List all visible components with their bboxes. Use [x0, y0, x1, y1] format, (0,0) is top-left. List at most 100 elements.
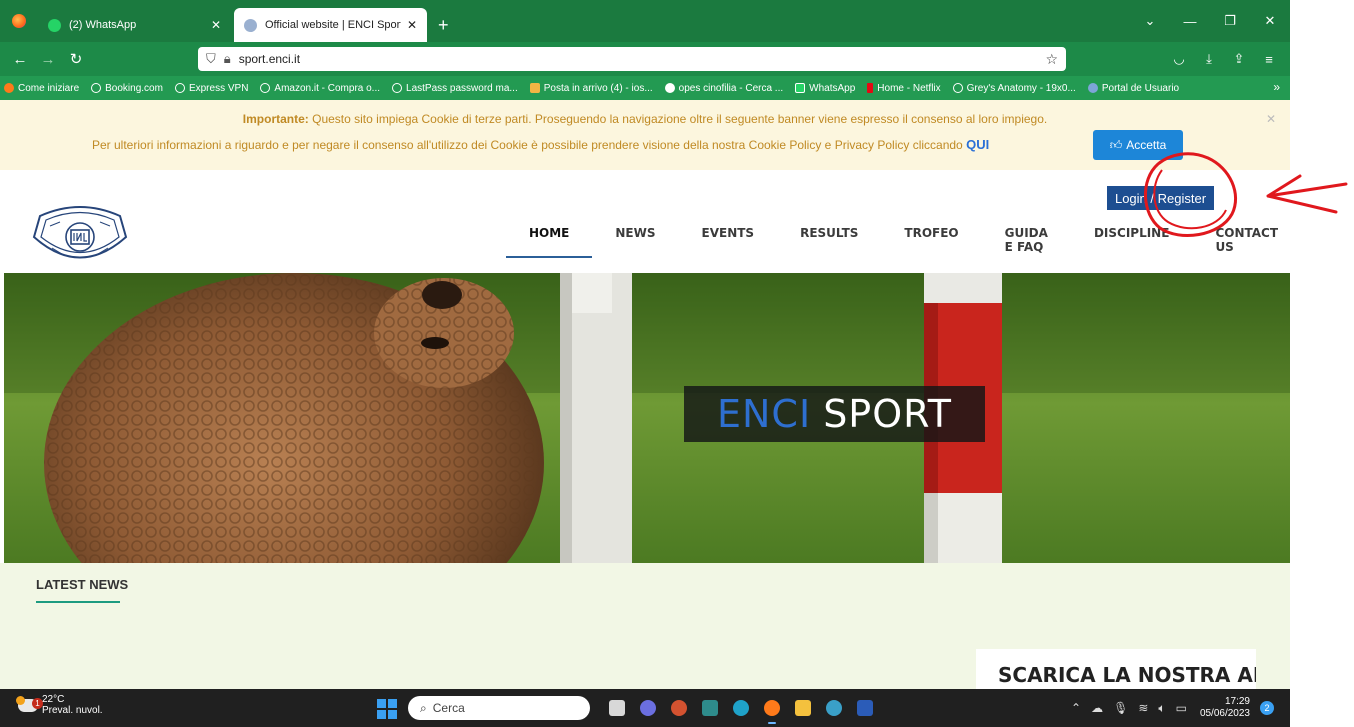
new-tab-button[interactable]: +: [430, 8, 457, 42]
enci-favicon-icon: [244, 18, 257, 32]
chevron-up-icon[interactable]: ⌃: [1071, 701, 1081, 715]
list-tabs-icon[interactable]: ⌄: [1130, 13, 1170, 29]
windows-start-icon[interactable]: [377, 699, 397, 719]
bookmark-star-icon[interactable]: ☆: [1045, 51, 1058, 68]
bookmark-item[interactable]: Express VPN: [174, 83, 248, 94]
menu-home[interactable]: HOME: [506, 220, 593, 258]
cookie-banner: Importante: Questo sito impiega Cookie d…: [0, 100, 1290, 170]
close-window-icon[interactable]: ✕: [1250, 13, 1290, 29]
url-bar[interactable]: ⛉ 🔒︎ sport.enci.it ☆: [198, 47, 1066, 71]
powerpoint-icon[interactable]: [664, 696, 694, 720]
bookmark-item[interactable]: Portal de Usuario: [1087, 83, 1179, 94]
globe-icon: [952, 83, 963, 93]
hero-title-word1: ENCI: [717, 392, 812, 436]
reload-icon[interactable]: ↻: [62, 50, 90, 68]
bookmark-item[interactable]: Amazon.it - Compra o...: [260, 83, 380, 94]
hero-title: ENCI SPORT: [684, 386, 985, 442]
tab-whatsapp[interactable]: (2) WhatsApp ✕: [38, 8, 231, 42]
shield-icon[interactable]: ⛉: [206, 51, 216, 67]
menu-discipline[interactable]: DISCIPLINE: [1071, 220, 1193, 258]
screen: (2) WhatsApp ✕ Official website | ENCI S…: [0, 0, 1354, 727]
bookmark-item[interactable]: Come iniziare: [4, 83, 79, 94]
back-icon[interactable]: ←: [6, 51, 34, 68]
close-banner-icon[interactable]: ✕: [1266, 112, 1276, 126]
portal-icon: [1087, 83, 1098, 93]
volume-icon[interactable]: 🔈︎: [1158, 701, 1165, 716]
enci-logo[interactable]: [30, 202, 130, 272]
minimize-icon[interactable]: —: [1170, 14, 1210, 29]
menu-icon[interactable]: ≡: [1254, 52, 1284, 67]
firefox-icon: [4, 83, 14, 93]
accept-cookies-button[interactable]: 👍︎ Accetta: [1093, 130, 1183, 160]
microphone-icon[interactable]: 🎙︎: [1113, 701, 1128, 715]
pocket-icon[interactable]: ◡: [1164, 51, 1194, 67]
cookie-notice-line1: Importante: Questo sito impiega Cookie d…: [242, 112, 1048, 126]
task-view-icon[interactable]: [602, 696, 632, 720]
bookmark-item[interactable]: Home - Netflix: [867, 83, 941, 94]
globe-icon: [174, 83, 185, 93]
forward-icon[interactable]: →: [34, 51, 62, 68]
weather-badge: 1: [32, 698, 43, 709]
heading-underline: [36, 601, 120, 603]
tab-enci-sport[interactable]: Official website | ENCI Sport ✕: [234, 8, 427, 42]
restore-icon[interactable]: ❐: [1210, 13, 1250, 29]
word-icon[interactable]: [850, 696, 880, 720]
taskbar-search[interactable]: ⌕ Cerca: [408, 696, 590, 720]
right-margin: [1290, 0, 1354, 727]
menu-contact-us[interactable]: CONTACT US: [1192, 220, 1290, 258]
main-menu: HOME NEWS EVENTS RESULTS TROFEO GUIDA E …: [506, 220, 1290, 258]
window-controls: ⌄ — ❐ ✕: [1130, 0, 1290, 42]
whatsapp-icon: [795, 83, 806, 93]
firefox-taskbar-icon[interactable]: [757, 696, 787, 724]
hero-photo: [4, 273, 1290, 563]
cookie-policy-link[interactable]: QUI: [966, 137, 989, 152]
close-tab-icon[interactable]: ✕: [407, 18, 417, 32]
mail-icon: [529, 83, 540, 93]
bookmark-item[interactable]: Booking.com: [91, 83, 163, 94]
chat-icon[interactable]: [633, 696, 663, 720]
temperature: 22°C: [42, 694, 65, 705]
bookmark-item[interactable]: Posta in arrivo (4) - ios...: [529, 83, 653, 94]
globe-icon: [260, 83, 271, 93]
file-explorer-icon[interactable]: [788, 696, 818, 720]
onedrive-icon[interactable]: ☁: [1091, 701, 1103, 715]
close-tab-icon[interactable]: ✕: [211, 18, 221, 32]
netflix-icon: [867, 83, 874, 93]
menu-guida-e-faq[interactable]: GUIDA E FAQ: [982, 220, 1071, 258]
battery-icon[interactable]: ▭: [1176, 701, 1187, 715]
share-icon[interactable]: ⇪: [1224, 51, 1254, 67]
menu-trofeo[interactable]: TROFEO: [881, 220, 981, 258]
clock[interactable]: 17:29 05/06/2023: [1200, 696, 1250, 720]
firefox-menu-icon[interactable]: [0, 0, 38, 42]
wifi-icon[interactable]: ≋: [1138, 701, 1148, 715]
tab-strip: (2) WhatsApp ✕ Official website | ENCI S…: [0, 0, 1290, 42]
clock-date: 05/06/2023: [1199, 708, 1250, 719]
login-register-button[interactable]: Login / Register: [1107, 186, 1214, 210]
taskbar: 1 22°C Preval. nuvol. ⌕ Cerca ⌃ ☁ 🎙︎ ≋ 🔈…: [0, 689, 1290, 727]
downloads-icon[interactable]: ⤓: [1194, 51, 1224, 67]
thumbs-up-icon: 👍︎: [1109, 137, 1123, 152]
bookmark-item[interactable]: Grey's Anatomy - 19x0...: [952, 83, 1076, 94]
url-text[interactable]: sport.enci.it: [239, 52, 300, 66]
hero-title-word2: SPORT: [823, 392, 952, 436]
bookmark-item[interactable]: LastPass password ma...: [392, 83, 518, 94]
globe-app-icon[interactable]: [819, 696, 849, 720]
weather-widget[interactable]: 1 22°C Preval. nuvol.: [16, 694, 103, 716]
menu-results[interactable]: RESULTS: [777, 220, 881, 258]
menu-events[interactable]: EVENTS: [679, 220, 778, 258]
navigation-bar: ← → ↻ ⛉ 🔒︎ sport.enci.it ☆ ◡ ⤓ ⇪ ≡: [0, 42, 1290, 76]
download-app-box[interactable]: SCARICA LA NOSTRA APP: [976, 649, 1256, 689]
hero-banner: [4, 273, 1290, 563]
notifications-badge[interactable]: 2: [1260, 701, 1274, 715]
more-bookmarks-icon[interactable]: »: [1273, 80, 1280, 94]
tab-title: Official website | ENCI Sport: [265, 19, 401, 31]
edge-icon[interactable]: [726, 696, 756, 720]
clock-time: 17:29: [1224, 696, 1250, 707]
lock-icon[interactable]: 🔒︎: [224, 51, 231, 67]
bookmark-item[interactable]: opes cinofilia - Cerca ...: [664, 83, 783, 94]
latest-news-section: LATEST NEWS SCARICA LA NOSTRA APP: [0, 563, 1290, 689]
menu-news[interactable]: NEWS: [592, 220, 678, 258]
bookmark-item[interactable]: WhatsApp: [795, 83, 855, 94]
calculator-icon[interactable]: [695, 696, 725, 720]
whatsapp-icon: [48, 18, 61, 32]
